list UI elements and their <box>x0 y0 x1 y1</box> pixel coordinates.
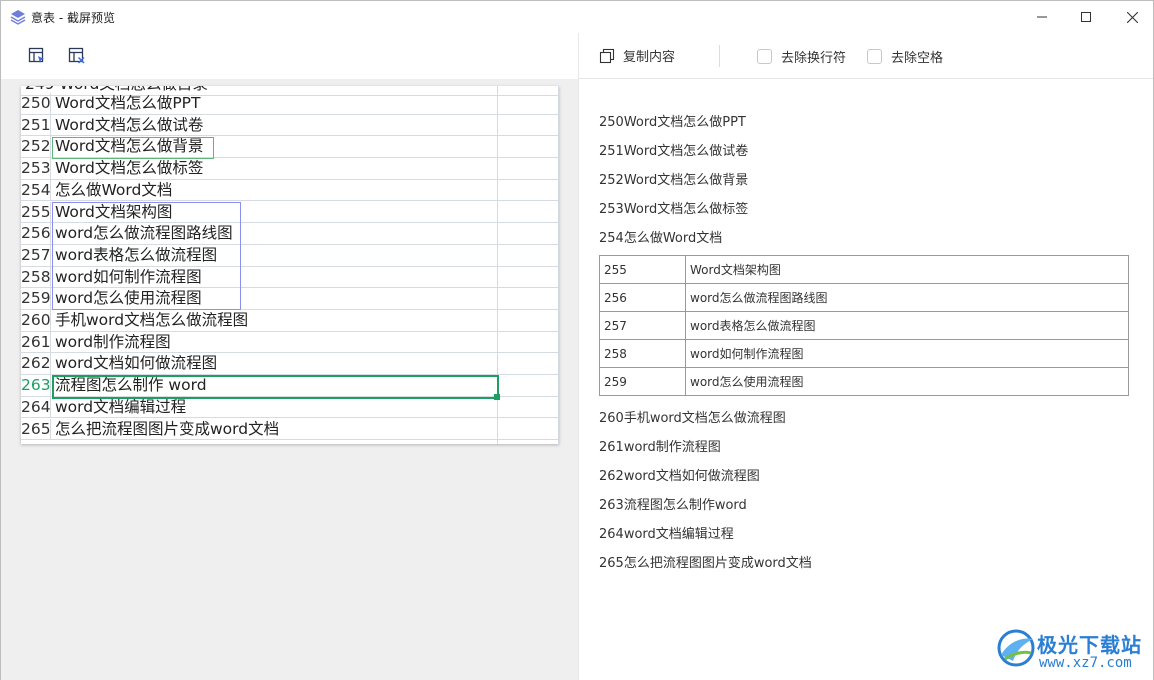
checkbox-box[interactable] <box>757 49 772 64</box>
cell-text: word文档编辑过程 <box>55 397 187 416</box>
output-line: 263流程图怎么制作word <box>599 498 747 513</box>
output-table-text: word表格怎么做流程图 <box>685 311 1129 340</box>
minimize-button[interactable] <box>1019 1 1065 33</box>
row-number: 252 <box>21 136 51 158</box>
remove-space-label: 去除空格 <box>891 51 944 66</box>
clear-region-button[interactable] <box>66 45 88 67</box>
output-toolbar: 复制内容 去除换行符 去除空格 <box>578 33 1153 79</box>
row-number: 263 <box>21 375 51 396</box>
cell-outline-252 <box>52 137 214 159</box>
window-title: 意表 - 截屏预览 <box>31 11 115 25</box>
cell-text: 怎么做Word文档 <box>55 180 173 199</box>
output-line: 262word文档如何做流程图 <box>599 469 760 484</box>
output-table-row: 256 word怎么做流程图路线图 <box>599 283 1129 312</box>
row-number: 261 <box>21 331 51 353</box>
maximize-button[interactable] <box>1063 1 1109 33</box>
cell-text: word制作流程图 <box>55 332 171 351</box>
sheet-row: 265 怎么把流程图图片变成word文档 <box>21 418 559 441</box>
cell-text: 手机word文档怎么做流程图 <box>55 311 249 329</box>
remove-newline-label: 去除换行符 <box>781 51 847 66</box>
row-number: 250 <box>21 93 51 114</box>
remove-newline-checkbox[interactable]: 去除换行符 <box>757 47 846 66</box>
column-gridline <box>558 86 559 444</box>
cell-text: Word文档怎么做PPT <box>55 94 201 112</box>
row-number: 262 <box>21 353 51 375</box>
cell-text: Word文档怎么做试卷 <box>55 115 204 134</box>
output-line: 253Word文档怎么做标签 <box>599 202 749 217</box>
row-number: 255 <box>21 201 51 223</box>
output-table-row: 257 word表格怎么做流程图 <box>599 311 1129 340</box>
table-select-icon <box>28 47 44 63</box>
output-table-text: word如何制作流程图 <box>685 339 1129 368</box>
copy-icon <box>599 48 615 63</box>
output-table-row: 255 Word文档架构图 <box>599 255 1129 284</box>
output-table-num: 257 <box>599 311 686 340</box>
output-table-text: Word文档架构图 <box>685 255 1129 284</box>
watermark-url: www.xz7.com <box>1039 655 1132 671</box>
copy-content-label: 复制内容 <box>623 50 676 65</box>
output-table-row: 259 word怎么使用流程图 <box>599 367 1129 396</box>
title-bar: 意表 - 截屏预览 <box>1 1 1153 33</box>
row-number: 251 <box>21 114 51 136</box>
output-line: 264word文档编辑过程 <box>599 527 734 542</box>
app-logo-icon <box>10 10 26 25</box>
cell-text: word文档如何做流程图 <box>55 354 218 373</box>
sheet-row: 262 word文档如何做流程图 <box>21 353 559 376</box>
ocr-output-panel[interactable]: 250Word文档怎么做PPT 251Word文档怎么做试卷 252Word文档怎么… <box>578 79 1153 680</box>
watermark-title: 极光下载站 <box>1037 633 1142 657</box>
sheet-row: 261 word制作流程图 <box>21 331 559 354</box>
minimize-icon <box>1037 16 1047 18</box>
output-table-num: 255 <box>599 255 686 284</box>
app-window: 意表 - 截屏预览 复制内容 去除换行符 去除空格 250 Word文档怎么做P… <box>0 0 1154 680</box>
captured-screenshot[interactable]: 249 Word文档怎么做目录 250Word文档怎么做PPT251Word文档… <box>21 86 559 444</box>
row-number: 257 <box>21 244 51 266</box>
row-number: 265 <box>21 418 51 440</box>
output-table-num: 258 <box>599 339 686 368</box>
row-number: 256 <box>21 223 51 244</box>
output-table-num: 259 <box>599 367 686 396</box>
output-line: 250Word文档怎么做PPT <box>599 115 746 130</box>
output-table-text: word怎么使用流程图 <box>685 367 1129 396</box>
sheet-row: 264 word文档编辑过程 <box>21 396 559 419</box>
output-table-num: 256 <box>599 283 686 312</box>
output-line: 265怎么把流程图图片变成word文档 <box>599 556 812 571</box>
sheet-row: 250 Word文档怎么做PPT <box>21 93 559 115</box>
watermark: 极光下载站 www.xz7.com <box>995 625 1145 675</box>
cell-text: 怎么把流程图图片变成word文档 <box>55 419 280 438</box>
screenshot-preview-panel: 249 Word文档怎么做目录 250Word文档怎么做PPT251Word文档… <box>1 79 578 680</box>
range-selection-255-259 <box>52 202 241 310</box>
row-number: 259 <box>21 288 51 309</box>
table-clear-icon <box>68 47 85 64</box>
sheet-row: 253 Word文档怎么做标签 <box>21 158 559 180</box>
maximize-icon <box>1081 12 1091 22</box>
row-number: 258 <box>21 266 51 288</box>
watermark-logo-icon <box>997 629 1035 667</box>
output-line: 251Word文档怎么做试卷 <box>599 144 749 159</box>
output-line: 261word制作流程图 <box>599 440 721 455</box>
cell-text: Word文档怎么做标签 <box>55 159 204 178</box>
output-table: 255 Word文档架构图 256 word怎么做流程图路线图 257 word表格怎么做… <box>599 255 1129 396</box>
preview-toolbar <box>1 33 578 79</box>
sheet-row: 251 Word文档怎么做试卷 <box>21 114 559 137</box>
output-line: 252Word文档怎么做背景 <box>599 173 749 188</box>
sheet-row: 254 怎么做Word文档 <box>21 179 559 202</box>
toolbar-divider <box>719 45 720 67</box>
output-line: 260手机word文档怎么做流程图 <box>599 411 786 426</box>
row-number: 253 <box>21 158 51 179</box>
checkbox-box[interactable] <box>867 49 882 64</box>
row-number: 264 <box>21 396 51 418</box>
row-number: 254 <box>21 179 51 201</box>
select-region-button[interactable] <box>26 45 48 67</box>
close-icon <box>1126 11 1138 23</box>
fill-handle[interactable] <box>494 394 500 400</box>
output-table-row: 258 word如何制作流程图 <box>599 339 1129 368</box>
sheet-row: 260 手机word文档怎么做流程图 <box>21 310 559 332</box>
copy-content-button[interactable]: 复制内容 <box>599 46 675 65</box>
remove-space-checkbox[interactable]: 去除空格 <box>867 47 943 66</box>
close-button[interactable] <box>1109 1 1154 33</box>
row-number: 260 <box>21 310 51 331</box>
active-cell-263[interactable] <box>52 375 499 399</box>
output-table-text: word怎么做流程图路线图 <box>685 283 1129 312</box>
output-line: 254怎么做Word文档 <box>599 231 723 246</box>
